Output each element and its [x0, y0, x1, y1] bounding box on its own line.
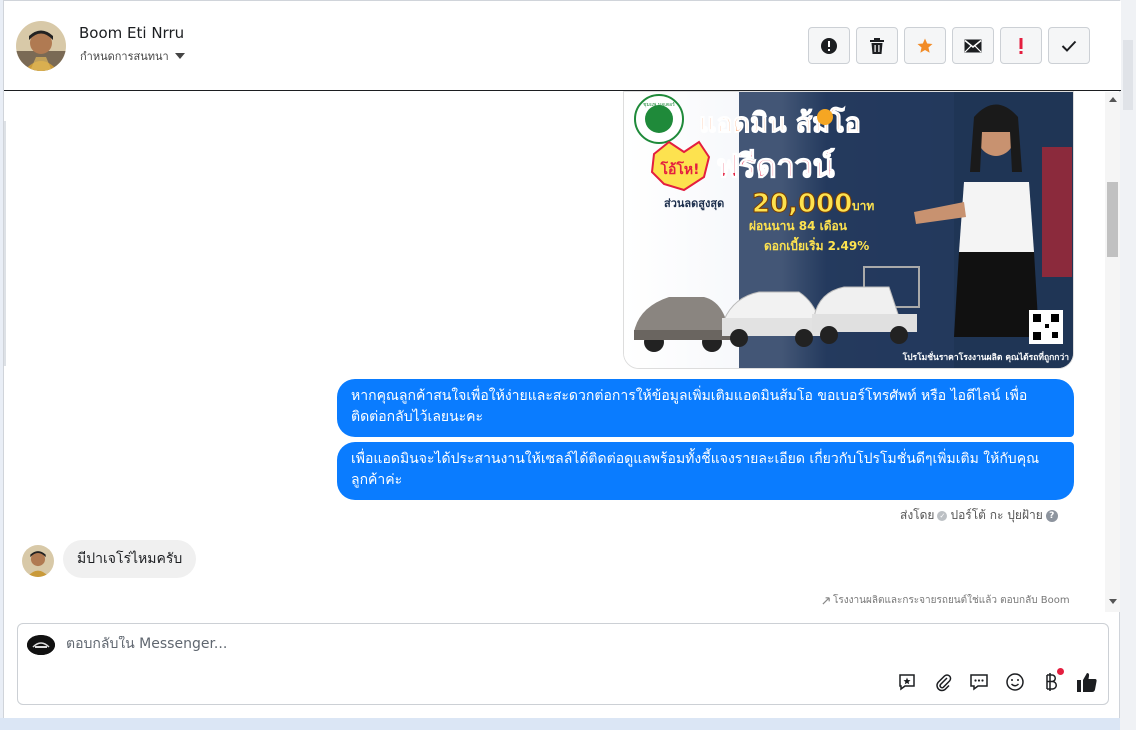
assign-conversation-dropdown[interactable]: กำหนดการสนทนา	[80, 47, 185, 65]
message-composer	[17, 623, 1109, 705]
reply-note-text: โรงงานผลิตและกระจายรถยนต์ใช่แล้ว ตอบกลับ…	[833, 595, 1070, 606]
like-button[interactable]	[1076, 671, 1098, 693]
reply-input[interactable]	[66, 636, 766, 652]
caret-down-icon	[174, 53, 185, 59]
page-scrollbar-thumb[interactable]	[1123, 40, 1133, 110]
outgoing-message[interactable]: หากคุณลูกค้าสนใจเพื่อให้ง่ายและสะดวกต่อก…	[337, 379, 1074, 437]
notification-dot	[1057, 668, 1064, 675]
alert-circle-icon	[821, 37, 837, 54]
important-button[interactable]	[1000, 27, 1042, 64]
promo-headline: แอดมิน ส้มโอ	[699, 106, 861, 139]
conversation-panel: Boom Eti Nrru กำหนดการสนทนา ชุมแพ มอเตอร…	[3, 0, 1121, 718]
promo-logo-text: ชุมแพ มอเตอร์	[643, 101, 675, 108]
scroll-down-arrow-icon[interactable]	[1109, 599, 1117, 604]
promo-free-down: ฟรีดาวน์	[716, 147, 835, 185]
header-actions	[808, 27, 1090, 64]
composer-tools	[896, 668, 1098, 693]
promo-tag: โอ้โห!	[659, 160, 699, 178]
reply-arrow-icon	[822, 597, 830, 605]
exclamation-icon	[1019, 37, 1023, 54]
spam-button[interactable]	[808, 27, 850, 64]
smiley-icon	[1006, 673, 1024, 691]
page-avatar	[27, 635, 55, 655]
email-button[interactable]	[952, 27, 994, 64]
payment-button[interactable]	[1040, 668, 1064, 693]
thumbs-up-icon	[1077, 673, 1097, 692]
help-icon[interactable]: ?	[1045, 509, 1058, 522]
promo-baht: บาท	[852, 199, 874, 213]
conversation-header: Boom Eti Nrru กำหนดการสนทนา	[4, 1, 1121, 91]
sent-by-label: ส่งโดย	[900, 508, 935, 522]
attach-button[interactable]	[932, 671, 954, 693]
scroll-up-arrow-icon[interactable]	[1109, 97, 1117, 102]
star-icon	[917, 38, 933, 53]
page-scrollbar[interactable]	[1120, 0, 1136, 730]
assign-label: กำหนดการสนทนา	[80, 50, 169, 63]
promo-image[interactable]: ชุมแพ มอเตอร์ แอดมิน ส้มโอ โอ้โห! ฟรีดาว…	[623, 91, 1074, 369]
done-button[interactable]	[1048, 27, 1090, 64]
envelope-icon	[964, 39, 982, 52]
page-background	[0, 718, 1136, 730]
paperclip-icon	[936, 674, 952, 692]
chat-scrollbar-thumb[interactable]	[1107, 182, 1118, 257]
saved-reply-button[interactable]	[896, 671, 918, 693]
contact-name[interactable]: Boom Eti Nrru	[79, 24, 184, 42]
trash-icon	[870, 37, 884, 54]
baht-icon	[1046, 673, 1057, 691]
faq-button[interactable]	[968, 671, 990, 693]
contact-avatar[interactable]	[16, 21, 66, 71]
delete-button[interactable]	[856, 27, 898, 64]
chat-scrollbar[interactable]	[1105, 92, 1120, 612]
promo-installment: ผ่อนนาน 84 เดือน	[749, 219, 848, 233]
verified-icon: ✓	[937, 510, 948, 521]
saved-reply-icon	[899, 674, 915, 691]
reply-note: โรงงานผลิตและกระจายรถยนต์ใช่แล้ว ตอบกลับ…	[822, 593, 1070, 608]
contact-avatar-small[interactable]	[22, 545, 54, 577]
promo-interest: ดอกเบี้ยเริ่ม 2.49%	[764, 236, 869, 253]
chat-bubble-icon	[970, 674, 988, 691]
outgoing-message[interactable]: เพื่อแอดมินจะได้ประสานงานให้เซลล์ได้ติดต…	[337, 442, 1074, 500]
promo-discount-amount: 20,000	[752, 189, 852, 219]
checkmark-icon	[1061, 40, 1077, 52]
promo-discount-label: ส่วนลดสูงสุด	[664, 197, 724, 211]
star-button[interactable]	[904, 27, 946, 64]
sent-by-name[interactable]: ปอร์โต้ กะ ปุยฝ้าย	[950, 506, 1042, 525]
emoji-button[interactable]	[1004, 671, 1026, 693]
sent-by-info: ส่งโดย ✓ ปอร์โต้ กะ ปุยฝ้าย ?	[900, 506, 1058, 525]
left-divider	[4, 121, 6, 366]
incoming-message[interactable]: มีปาเจโร่ไหมครับ	[63, 540, 197, 578]
